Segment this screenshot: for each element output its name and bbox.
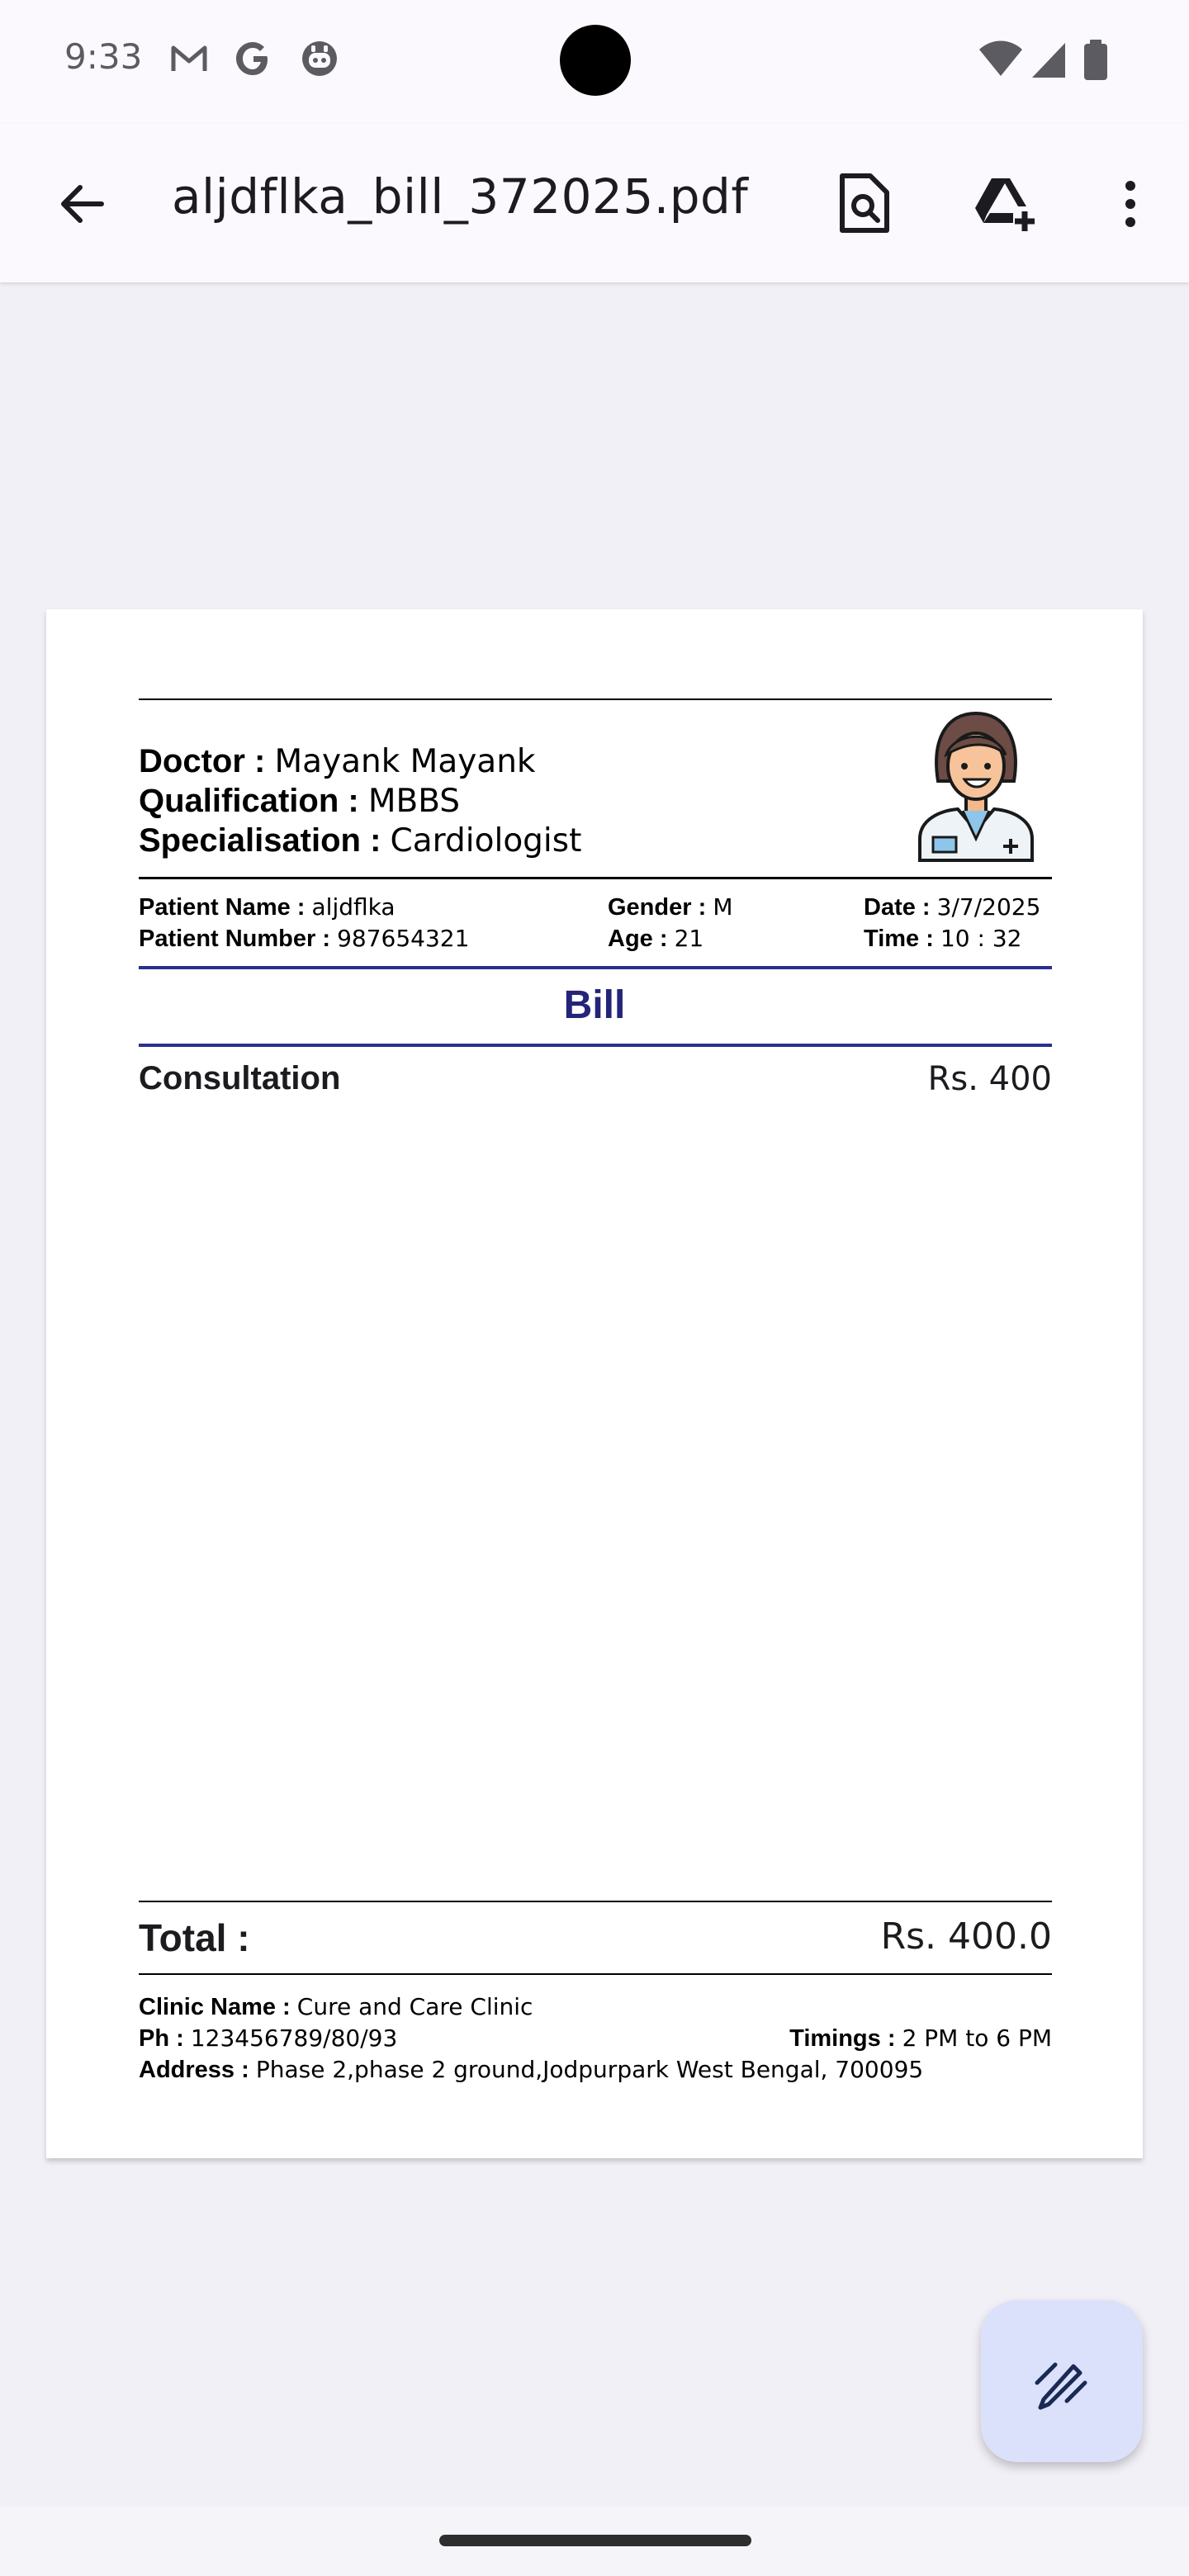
clinic-name-value: Cure and Care Clinic xyxy=(296,1993,533,2020)
add-to-drive-icon xyxy=(975,178,1035,231)
specialisation-line: Specialisation : Cardiologist xyxy=(139,822,581,859)
address-line: Address : Phase 2,phase 2 ground,Jodpurp… xyxy=(139,2056,923,2084)
add-to-drive-button[interactable] xyxy=(959,159,1050,249)
date-label: Date : xyxy=(864,894,931,921)
gender-label: Gender : xyxy=(608,894,707,921)
edit-pen-icon xyxy=(1035,2362,1087,2410)
total-amount: Rs. 400.0 xyxy=(880,1915,1052,1958)
qualification-label: Qualification : xyxy=(139,783,359,819)
more-vert-icon xyxy=(1125,181,1135,227)
back-button[interactable] xyxy=(36,159,127,249)
doctor-line: Doctor : Mayank Mayank xyxy=(139,743,536,780)
qualification-line: Qualification : MBBS xyxy=(139,783,460,820)
age-label: Age : xyxy=(608,926,668,952)
date-value: 3/7/2025 xyxy=(936,893,1041,921)
signal-icon xyxy=(1032,43,1065,78)
address-label: Address : xyxy=(139,2057,249,2083)
specialisation-label: Specialisation : xyxy=(139,822,381,859)
clinic-name-line: Clinic Name : Cure and Care Clinic xyxy=(139,1993,533,2021)
gmail-icon xyxy=(171,45,207,71)
patient-name-line: Patient Name : aljdflka xyxy=(139,893,396,921)
age-line: Age : 21 xyxy=(608,925,703,953)
google-icon xyxy=(236,42,268,75)
gender-value: M xyxy=(713,893,733,921)
status-bar: 9:33 xyxy=(0,0,1189,124)
find-in-document-button[interactable] xyxy=(819,159,910,249)
bot-icon xyxy=(302,41,337,76)
status-time: 9:33 xyxy=(64,36,143,77)
age-value: 21 xyxy=(674,925,704,952)
header-rule xyxy=(139,877,1052,879)
time-label: Time : xyxy=(864,926,934,952)
find-in-document-icon xyxy=(840,173,889,233)
qualification-value: MBBS xyxy=(367,783,461,820)
patient-number-label: Patient Number : xyxy=(139,926,331,952)
address-value: Phase 2,phase 2 ground,Jodpurpark West B… xyxy=(255,2056,924,2083)
document-title: aljdflka_bill_372025.pdf xyxy=(172,168,749,225)
time-value: 10 : 32 xyxy=(940,925,1022,952)
patient-number-value: 987654321 xyxy=(337,925,470,952)
patient-number-line: Patient Number : 987654321 xyxy=(139,925,469,953)
specialisation-value: Cardiologist xyxy=(390,822,582,859)
phone-value: 123456789/80/93 xyxy=(190,2024,398,2052)
clinic-name-label: Clinic Name : xyxy=(139,1994,291,2020)
battery-icon xyxy=(1084,40,1107,80)
doctor-value: Mayank Mayank xyxy=(274,743,536,780)
arrow-back-icon xyxy=(61,185,104,223)
patient-name-label: Patient Name : xyxy=(139,894,306,921)
wifi-icon xyxy=(979,40,1022,76)
total-bottom-rule xyxy=(139,1973,1052,1975)
total-label: Total : xyxy=(139,1916,250,1959)
phone-label: Ph : xyxy=(139,2025,184,2052)
bill-title-bottom-rule xyxy=(139,1044,1052,1047)
pdf-page[interactable]: Doctor : Mayank Mayank Qualification : M… xyxy=(46,609,1143,2158)
annotate-fab[interactable] xyxy=(981,2300,1143,2462)
home-handle[interactable] xyxy=(439,2535,751,2546)
phone-line: Ph : 123456789/80/93 xyxy=(139,2024,397,2053)
bill-title-top-rule xyxy=(139,966,1052,969)
camera-cutout xyxy=(560,25,631,96)
timings-line: Timings : 2 PM to 6 PM xyxy=(789,2024,1052,2053)
top-rule xyxy=(139,698,1052,700)
gender-line: Gender : M xyxy=(608,893,732,921)
line-item-amount: Rs. 400 xyxy=(927,1060,1052,1098)
app-toolbar: aljdflka_bill_372025.pdf xyxy=(0,124,1189,282)
more-options-button[interactable] xyxy=(1085,159,1176,249)
date-line: Date : 3/7/2025 xyxy=(864,893,1040,921)
timings-value: 2 PM to 6 PM xyxy=(902,2024,1052,2052)
bill-title: Bill xyxy=(563,983,626,1027)
doctor-avatar-icon xyxy=(918,711,1034,862)
patient-name-value: aljdflka xyxy=(311,893,396,921)
total-top-rule xyxy=(139,1901,1052,1902)
line-item-name: Consultation xyxy=(139,1060,341,1096)
time-line: Time : 10 : 32 xyxy=(864,925,1021,953)
doctor-label: Doctor : xyxy=(139,743,266,779)
timings-label: Timings : xyxy=(789,2025,896,2052)
gesture-nav-bar xyxy=(0,2507,1189,2576)
